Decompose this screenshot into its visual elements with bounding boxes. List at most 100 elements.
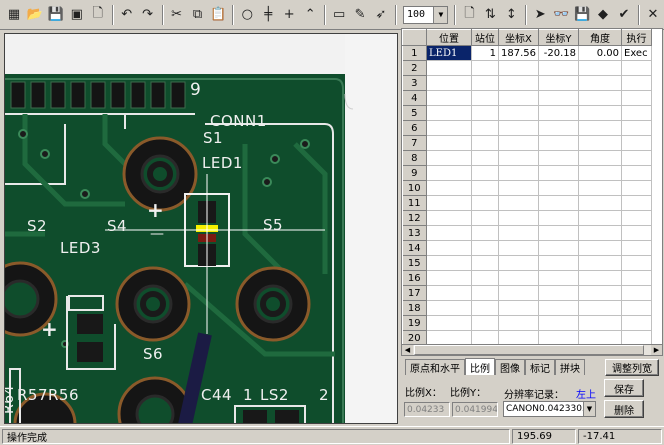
table-row[interactable]: 16 [402,270,652,286]
cell-y[interactable] [538,105,579,121]
resolution-record-select[interactable]: CANON0.042330.0 ▼ [503,401,596,417]
cell-exec[interactable] [621,195,652,211]
cell-y[interactable] [538,135,579,151]
cell-x[interactable] [498,225,539,241]
open-icon[interactable]: 📂 [25,4,45,26]
cell-angle[interactable] [578,195,622,211]
page-icon[interactable]: 🗋 [459,4,479,26]
cell-position[interactable] [426,60,472,76]
cell-station[interactable] [471,75,499,91]
tab-4[interactable]: 标记 [525,359,555,375]
cell-angle[interactable] [578,165,622,181]
adjust-columns-button[interactable]: 调整列宽 [605,359,659,376]
tab-1[interactable]: 原点和水平 [405,359,465,375]
table-row[interactable]: 3 [402,75,652,91]
cell-x[interactable] [498,120,539,136]
cell-angle[interactable] [578,150,622,166]
cell-angle[interactable] [578,300,622,316]
image-icon[interactable]: ▣ [67,4,87,26]
delete-button[interactable]: 删除 [604,400,644,418]
cell-x[interactable] [498,255,539,271]
print-preview-icon[interactable]: 🗋 [88,4,108,26]
angle-icon[interactable]: ⌃ [300,4,320,26]
cell-angle[interactable] [578,225,622,241]
cell-position[interactable] [426,135,472,151]
cell-angle[interactable] [578,285,622,301]
table-row[interactable]: 6 [402,120,652,136]
cell-position[interactable] [426,75,472,91]
column-header[interactable]: 执行 [621,29,652,46]
cell-position[interactable] [426,240,472,256]
table-row[interactable]: 7 [402,135,652,151]
cell-exec[interactable] [621,150,652,166]
cell-station[interactable] [471,120,499,136]
flip-icon[interactable]: ⇅ [480,4,500,26]
cell-y[interactable] [538,165,579,181]
tab-3[interactable]: 图像 [495,359,525,375]
cell-angle[interactable] [578,120,622,136]
cell-x[interactable] [498,75,539,91]
cell-position[interactable] [426,195,472,211]
cell-x[interactable] [498,105,539,121]
table-row[interactable]: 17 [402,285,652,301]
sort-icon[interactable]: ↕ [501,4,521,26]
cell-station[interactable] [471,210,499,226]
cell-y[interactable] [538,315,579,331]
cell-x[interactable] [498,315,539,331]
copy-icon[interactable]: ⧉ [188,4,208,26]
cell-position[interactable] [426,300,472,316]
cell-station[interactable] [471,300,499,316]
cell-angle[interactable]: 0.00 [578,45,622,61]
table-row[interactable]: 5 [402,105,652,121]
scroll-left-icon[interactable]: ◀ [402,345,413,355]
camera-icon[interactable]: ▭ [329,4,349,26]
table-row[interactable]: 10 [402,180,652,196]
chevron-down-icon[interactable]: ▼ [433,6,448,23]
cell-exec[interactable] [621,255,652,271]
cell-position[interactable] [426,315,472,331]
table-row[interactable]: 12 [402,210,652,226]
cell-position[interactable] [426,255,472,271]
undo-icon[interactable]: ↶ [117,4,137,26]
table-row[interactable]: 1 LED1 1 187.56 -20.18 0.00 Exec [402,45,652,61]
cell-station[interactable] [471,255,499,271]
table-row[interactable]: 4 [402,90,652,106]
chevron-down-icon[interactable]: ▼ [583,402,595,416]
scroll-right-icon[interactable]: ▶ [651,345,662,355]
column-header[interactable]: 站位 [471,29,499,46]
cell-angle[interactable] [578,60,622,76]
cell-y[interactable] [538,255,579,271]
cell-angle[interactable] [578,315,622,331]
cell-exec[interactable] [621,285,652,301]
cell-angle[interactable] [578,270,622,286]
cell-x[interactable] [498,240,539,256]
cell-exec[interactable] [621,135,652,151]
component-icon[interactable]: ╪ [258,4,278,26]
cell-angle[interactable] [578,75,622,91]
cell-y[interactable] [538,285,579,301]
cell-position[interactable] [426,165,472,181]
cell-angle[interactable] [578,105,622,121]
cell-x[interactable] [498,195,539,211]
cell-angle[interactable] [578,210,622,226]
cell-angle[interactable] [578,240,622,256]
cell-exec[interactable] [621,105,652,121]
cell-angle[interactable] [578,255,622,271]
cell-position[interactable] [426,120,472,136]
cell-exec[interactable] [621,300,652,316]
cell-position[interactable] [426,225,472,241]
pointer-icon[interactable]: ➶ [371,4,391,26]
tab-5[interactable]: 拼块 [555,359,585,375]
cell-y[interactable] [538,240,579,256]
table-row[interactable]: 14 [402,240,652,256]
grid-horizontal-scrollbar[interactable]: ◀ ▶ [401,344,663,356]
cell-x[interactable] [498,210,539,226]
save-icon[interactable]: 💾 [46,4,66,26]
cell-y[interactable] [538,120,579,136]
cell-y[interactable] [538,300,579,316]
cell-y[interactable] [538,90,579,106]
check-icon[interactable]: ✔ [614,4,634,26]
cell-exec[interactable]: Exec [621,45,652,61]
cell-y[interactable] [538,60,579,76]
cell-station[interactable] [471,135,499,151]
